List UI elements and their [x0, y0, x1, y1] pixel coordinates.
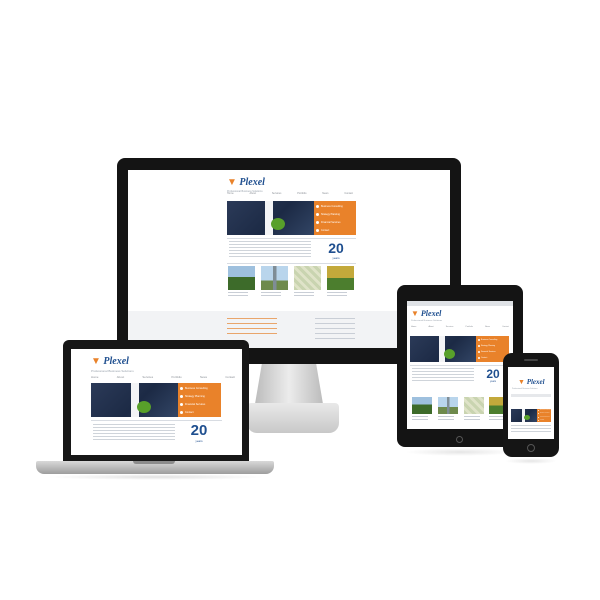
site-tagline: Professional Business Solutions [512, 388, 538, 390]
nav-item[interactable]: About [249, 192, 256, 195]
service-menu-item[interactable]: Business Consulting [316, 204, 354, 208]
service-menu: Business Consulting Strategy Planning Fi… [314, 201, 356, 235]
thumbnail-caption [438, 416, 454, 422]
thumbnail-caption [294, 292, 314, 298]
nav-item[interactable]: Home [227, 192, 234, 195]
service-menu-item[interactable]: Strategy Planning [316, 212, 354, 216]
divider [227, 238, 356, 239]
monitor-stand-neck [255, 364, 323, 404]
thumbnail-meadow[interactable] [327, 266, 354, 290]
monitor-stand-base [247, 403, 339, 433]
thumbnail-field[interactable] [412, 397, 432, 414]
anniversary-number: 20 [190, 422, 208, 439]
tablet-home-button[interactable] [456, 436, 463, 443]
intro-text [412, 368, 474, 382]
site-tagline: Professional Business Solutions [91, 369, 134, 373]
main-nav: Home About Services Portfolio News Conta… [91, 375, 235, 379]
thumbnail-caption [412, 416, 428, 422]
phone-speaker [524, 359, 538, 361]
divider [91, 420, 222, 421]
browser-bar [407, 301, 513, 306]
thumbnail-caption [464, 416, 480, 422]
logo-text: Plexel [239, 177, 265, 188]
intro-text [511, 425, 551, 433]
anniversary-number: 20 [486, 367, 500, 381]
tablet-screen: ▼ Plexel Professional Business Solutions… [407, 301, 513, 429]
laptop-notch [133, 461, 175, 464]
site-tagline: Professional Business Solutions [411, 320, 443, 322]
footer-news-links[interactable] [227, 318, 277, 338]
main-nav: Home About Services Portfolio News Conta… [227, 192, 353, 195]
thumbnail-tower[interactable] [438, 397, 458, 414]
service-menu-item[interactable]: Financial Services [316, 220, 354, 224]
intro-text [93, 424, 175, 441]
phone-screen: ▼ Plexel Professional Business Solutions… [508, 367, 554, 439]
anniversary-label: years [489, 380, 497, 383]
nav-item[interactable]: Contact [344, 192, 353, 195]
service-menu: Business Consulting Strategy Planning Fi… [178, 383, 221, 417]
tablet-shadow [405, 448, 515, 456]
thumbnail-field[interactable] [228, 266, 255, 290]
site-logo[interactable]: ▼ Plexel [411, 309, 441, 318]
nav-bar[interactable] [511, 394, 551, 397]
hero-image [227, 201, 314, 235]
divider [410, 365, 509, 366]
divider [227, 263, 356, 264]
thumbnail-caption [327, 292, 347, 298]
hero-image [410, 336, 476, 362]
thumbnail-caption [228, 292, 248, 298]
main-nav: Home About Services Portfolio News Conta… [411, 326, 509, 328]
hero-image [511, 409, 537, 422]
laptop-screen: ▼ Plexel Professional Business Solutions… [71, 349, 242, 455]
nav-item[interactable]: News [322, 192, 328, 195]
thumbnail-caption [261, 292, 281, 298]
phone-shadow [505, 458, 557, 464]
hero-image [91, 383, 178, 417]
site-logo[interactable]: ▼ Plexel [227, 177, 265, 188]
intro-text [229, 241, 311, 257]
nav-item[interactable]: Portfolio [297, 192, 306, 195]
anniversary-number: 20 [328, 240, 344, 256]
service-menu: Business Consulting Strategy Planning Fi… [537, 409, 551, 422]
site-logo[interactable]: ▼ Plexel [91, 356, 129, 367]
site-logo[interactable]: ▼ Plexel [518, 378, 545, 386]
thumbnail-tower[interactable] [261, 266, 288, 290]
thumbnail-map[interactable] [464, 397, 484, 414]
service-menu-item[interactable]: Contact [316, 228, 354, 232]
nav-item[interactable]: Services [272, 192, 282, 195]
anniversary-label: years [332, 256, 340, 260]
anniversary-label: years [195, 439, 203, 443]
laptop-shadow [46, 474, 266, 480]
thumbnail-map[interactable] [294, 266, 321, 290]
phone-home-button[interactable] [527, 444, 535, 452]
footer-links[interactable] [315, 318, 355, 340]
